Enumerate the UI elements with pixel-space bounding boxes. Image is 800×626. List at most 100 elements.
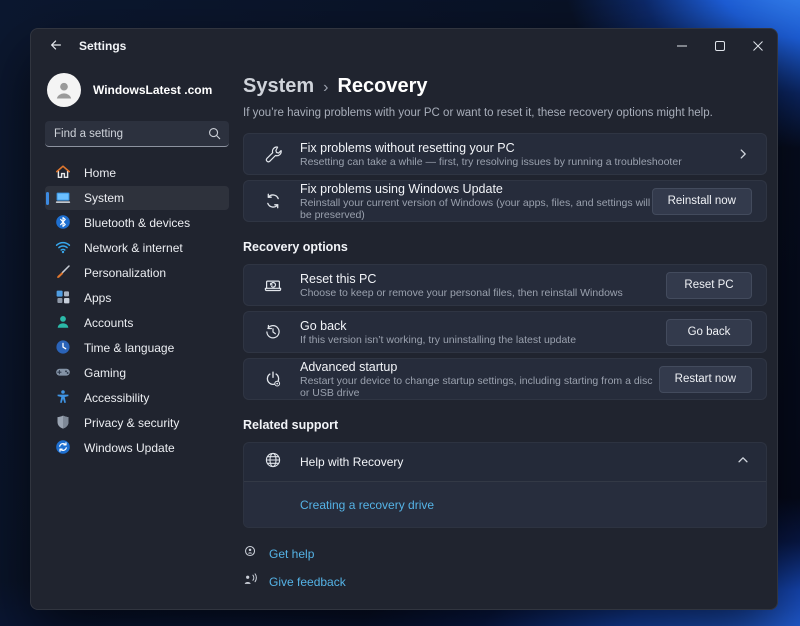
breadcrumb-separator: › xyxy=(323,77,328,97)
settings-window: Settings WindowsLat xyxy=(30,28,778,610)
page-title: Recovery xyxy=(337,75,427,98)
card-title: Go back xyxy=(300,319,666,333)
help-with-recovery-header[interactable]: Help with Recovery xyxy=(244,443,766,481)
sidebar-item-label: Windows Update xyxy=(84,441,175,455)
sidebar-item-label: System xyxy=(84,191,124,205)
back-button[interactable] xyxy=(43,33,69,59)
sidebar-item-network-internet[interactable]: Network & internet xyxy=(45,236,229,260)
reset-pc-icon xyxy=(264,276,282,294)
close-icon xyxy=(753,39,763,54)
person-icon xyxy=(55,314,71,333)
sidebar-item-label: Bluetooth & devices xyxy=(84,216,190,230)
card-title: Fix problems without resetting your PC xyxy=(300,141,736,155)
sidebar-item-personalization[interactable]: Personalization xyxy=(45,261,229,285)
chevron-up-icon xyxy=(736,453,750,472)
sync-icon xyxy=(264,192,282,210)
help-with-recovery-card: Help with Recovery Creating a recovery d… xyxy=(243,442,767,528)
wrench-icon xyxy=(264,145,282,163)
chevron-right-icon xyxy=(736,147,752,161)
sidebar-item-time-language[interactable]: Time & language xyxy=(45,336,229,360)
give-feedback-icon xyxy=(243,572,258,592)
card-go-back[interactable]: Go back If this version isn’t working, t… xyxy=(243,311,767,353)
window-title: Settings xyxy=(79,39,126,53)
sidebar-item-system[interactable]: System xyxy=(45,186,229,210)
card-description: If this version isn’t working, try unins… xyxy=(300,334,666,346)
creating-recovery-drive-link[interactable]: Creating a recovery drive xyxy=(300,498,434,512)
sidebar-item-label: Accessibility xyxy=(84,391,149,405)
card-title: Reset this PC xyxy=(300,272,666,286)
arrow-left-icon xyxy=(49,38,63,55)
footer-link-label: Give feedback xyxy=(269,575,346,589)
sidebar-item-privacy-security[interactable]: Privacy & security xyxy=(45,411,229,435)
history-clock-icon xyxy=(264,323,282,341)
wifi-icon xyxy=(55,239,71,258)
restart-now-button[interactable]: Restart now xyxy=(659,366,752,393)
avatar xyxy=(47,73,81,107)
update-icon xyxy=(55,439,71,458)
desktop-wallpaper: Settings WindowsLat xyxy=(0,0,800,626)
home-icon xyxy=(55,164,71,183)
card-title: Advanced startup xyxy=(300,360,659,374)
maximize-button[interactable] xyxy=(701,29,739,63)
get-help-link[interactable]: Get help xyxy=(243,544,314,564)
search-box xyxy=(45,121,229,147)
reset-pc-button[interactable]: Reset PC xyxy=(666,272,752,299)
reinstall-now-button[interactable]: Reinstall now xyxy=(652,188,752,215)
shield-icon xyxy=(55,414,71,433)
card-description: Resetting can take a while — first, try … xyxy=(300,156,736,168)
sidebar-item-label: Privacy & security xyxy=(84,416,179,430)
sidebar-item-windows-update[interactable]: Windows Update xyxy=(45,436,229,460)
sidebar-item-label: Accounts xyxy=(84,316,133,330)
apps-icon xyxy=(55,289,71,308)
bluetooth-icon xyxy=(55,214,71,233)
sidebar-item-label: Time & language xyxy=(84,341,174,355)
card-title: Fix problems using Windows Update xyxy=(300,182,652,196)
globe-icon xyxy=(264,451,282,474)
maximize-icon xyxy=(715,39,725,54)
give-feedback-link[interactable]: Give feedback xyxy=(243,572,346,592)
sidebar-item-apps[interactable]: Apps xyxy=(45,286,229,310)
system-icon xyxy=(55,189,71,208)
page-subtitle: If you’re having problems with your PC o… xyxy=(243,107,767,119)
card-description: Reinstall your current version of Window… xyxy=(300,197,652,221)
sidebar: WindowsLatest .com Home System xyxy=(31,63,243,609)
sidebar-item-gaming[interactable]: Gaming xyxy=(45,361,229,385)
card-fix-problems-windows-update[interactable]: Fix problems using Windows Update Reinst… xyxy=(243,180,767,222)
get-help-icon xyxy=(243,544,258,564)
sidebar-item-accessibility[interactable]: Accessibility xyxy=(45,386,229,410)
main-content: System › Recovery If you’re having probl… xyxy=(243,63,777,609)
sidebar-item-label: Gaming xyxy=(84,366,126,380)
sidebar-item-label: Personalization xyxy=(84,266,166,280)
accessibility-icon xyxy=(55,389,71,408)
footer-link-label: Get help xyxy=(269,547,314,561)
user-account[interactable]: WindowsLatest .com xyxy=(45,65,229,121)
card-description: Choose to keep or remove your personal f… xyxy=(300,287,666,299)
sidebar-item-home[interactable]: Home xyxy=(45,161,229,185)
help-link-row: Creating a recovery drive xyxy=(244,482,766,527)
sidebar-nav: Home System Bluetooth & devices Network … xyxy=(45,161,229,460)
card-description: Restart your device to change startup se… xyxy=(300,375,659,399)
sidebar-item-label: Home xyxy=(84,166,116,180)
card-advanced-startup[interactable]: Advanced startup Restart your device to … xyxy=(243,358,767,400)
sidebar-item-accounts[interactable]: Accounts xyxy=(45,311,229,335)
card-fix-problems-troubleshooter[interactable]: Fix problems without resetting your PC R… xyxy=(243,133,767,175)
clock-icon xyxy=(55,339,71,358)
sidebar-item-label: Network & internet xyxy=(84,241,183,255)
titlebar[interactable]: Settings xyxy=(31,29,777,63)
sidebar-item-bluetooth-devices[interactable]: Bluetooth & devices xyxy=(45,211,229,235)
go-back-button[interactable]: Go back xyxy=(666,319,752,346)
related-support-heading: Related support xyxy=(243,418,767,432)
sidebar-item-label: Apps xyxy=(84,291,111,305)
close-button[interactable] xyxy=(739,29,777,63)
gamepad-icon xyxy=(55,364,71,383)
card-reset-this-pc[interactable]: Reset this PC Choose to keep or remove y… xyxy=(243,264,767,306)
help-card-title: Help with Recovery xyxy=(300,455,736,469)
paintbrush-icon xyxy=(55,264,71,283)
minimize-icon xyxy=(677,39,687,54)
footer-links: Get help Give feedback xyxy=(243,544,767,592)
minimize-button[interactable] xyxy=(663,29,701,63)
breadcrumb: System › Recovery xyxy=(243,75,767,98)
search-input[interactable] xyxy=(45,121,229,147)
breadcrumb-system[interactable]: System xyxy=(243,75,314,98)
recovery-options-heading: Recovery options xyxy=(243,240,767,254)
